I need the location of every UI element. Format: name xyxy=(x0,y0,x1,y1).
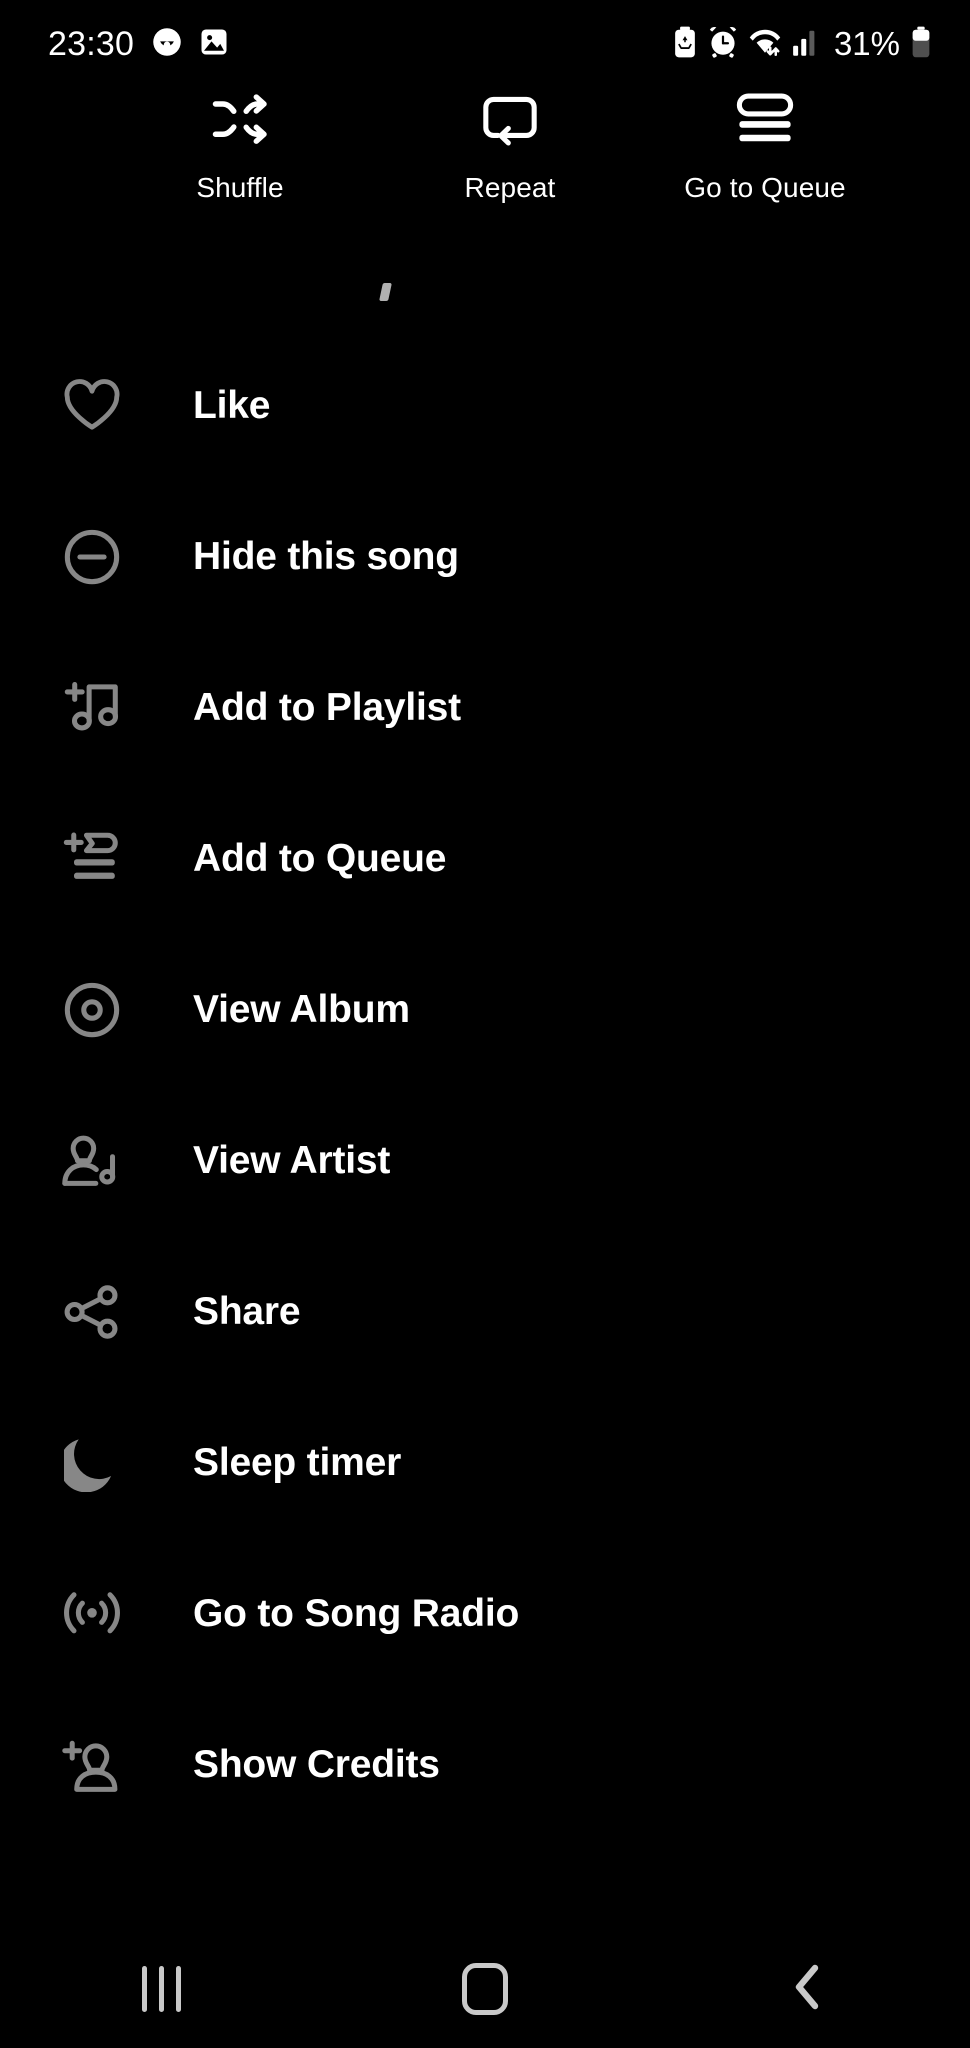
back-icon xyxy=(788,1961,828,2018)
shuffle-label: Shuffle xyxy=(196,172,284,203)
menu-item-add-to-queue[interactable]: Add to Queue xyxy=(0,783,970,934)
menu-item-label: Share xyxy=(193,1289,301,1333)
top-action-row: Shuffle Repeat Go to Queue xyxy=(0,88,970,243)
home-button[interactable] xyxy=(323,1963,646,2015)
menu-item-label: Like xyxy=(193,383,271,427)
repeat-button[interactable]: Repeat xyxy=(390,88,630,204)
menu-item-add-to-playlist[interactable]: Add to Playlist xyxy=(0,632,970,783)
recents-button[interactable] xyxy=(0,1966,323,2012)
menu-item-like[interactable]: Like xyxy=(0,330,970,481)
shuffle-icon xyxy=(209,88,271,150)
minus-circle-icon xyxy=(57,522,127,592)
repeat-label: Repeat xyxy=(464,172,556,203)
recents-icon xyxy=(142,1966,182,2012)
add-music-note-icon xyxy=(57,673,127,743)
context-menu-list: Like Hide this song Add to Playlist Add … xyxy=(0,330,970,1840)
go-to-queue-label: Go to Queue xyxy=(684,172,846,203)
battery-percent-label: 31% xyxy=(833,25,900,62)
smiley-face-icon xyxy=(152,27,182,62)
menu-item-label: Add to Playlist xyxy=(193,685,461,729)
menu-item-label: Go to Song Radio xyxy=(193,1591,520,1635)
battery-saver-icon xyxy=(672,26,698,63)
queue-icon xyxy=(736,88,794,150)
menu-item-go-to-song-radio[interactable]: Go to Song Radio xyxy=(0,1538,970,1689)
add-to-queue-icon xyxy=(57,824,127,894)
menu-item-share[interactable]: Share xyxy=(0,1236,970,1387)
cellular-signal-icon xyxy=(792,27,818,62)
moon-icon xyxy=(57,1428,127,1498)
clipped-text-remnant xyxy=(379,283,392,301)
menu-item-label: Add to Queue xyxy=(193,836,447,880)
home-icon xyxy=(461,1963,508,2015)
status-bar: 23:30 31% xyxy=(0,0,970,88)
battery-icon xyxy=(910,26,932,63)
back-button[interactable] xyxy=(647,1961,970,2018)
go-to-queue-button[interactable]: Go to Queue xyxy=(630,88,900,204)
menu-item-hide-this-song[interactable]: Hide this song xyxy=(0,481,970,632)
menu-item-label: Sleep timer xyxy=(193,1440,402,1484)
menu-item-label: Show Credits xyxy=(193,1742,440,1786)
system-navigation-bar xyxy=(0,1930,970,2048)
menu-item-label: View Artist xyxy=(193,1138,391,1182)
radio-broadcast-icon xyxy=(57,1579,127,1649)
share-icon xyxy=(57,1277,127,1347)
add-person-icon xyxy=(57,1730,127,1800)
menu-item-view-album[interactable]: View Album xyxy=(0,934,970,1085)
menu-item-label: Hide this song xyxy=(193,534,459,578)
album-disc-icon xyxy=(57,975,127,1045)
menu-item-sleep-timer[interactable]: Sleep timer xyxy=(0,1387,970,1538)
menu-item-view-artist[interactable]: View Artist xyxy=(0,1085,970,1236)
status-bar-left: 23:30 xyxy=(48,27,228,62)
artist-person-note-icon xyxy=(57,1126,127,1196)
repeat-icon xyxy=(481,88,539,150)
menu-item-label: View Album xyxy=(193,987,410,1031)
status-bar-right: 31% xyxy=(672,25,932,63)
shuffle-button[interactable]: Shuffle xyxy=(90,88,390,204)
alarm-clock-icon xyxy=(708,26,738,63)
heart-icon xyxy=(57,371,127,441)
menu-item-show-credits[interactable]: Show Credits xyxy=(0,1689,970,1840)
image-gallery-icon xyxy=(200,27,228,62)
wifi-icon xyxy=(748,27,782,62)
status-clock: 23:30 xyxy=(48,25,135,63)
